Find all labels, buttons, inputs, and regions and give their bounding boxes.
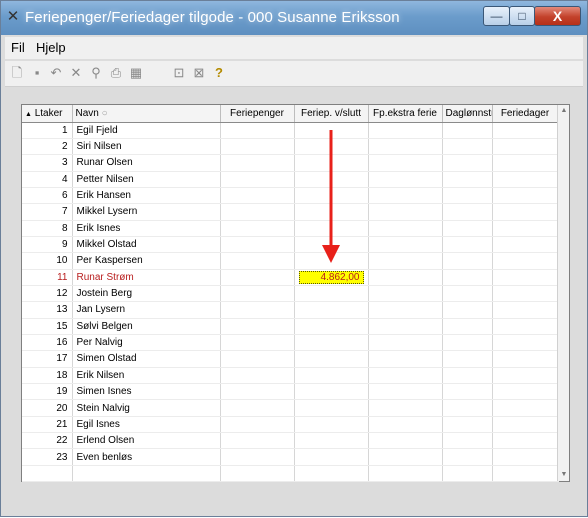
app-window: ✕ Feriepenger/Feriedager tilgode - 000 S…: [0, 0, 588, 517]
arrow-head: [322, 245, 340, 263]
red-arrow-annotation: [322, 130, 340, 263]
